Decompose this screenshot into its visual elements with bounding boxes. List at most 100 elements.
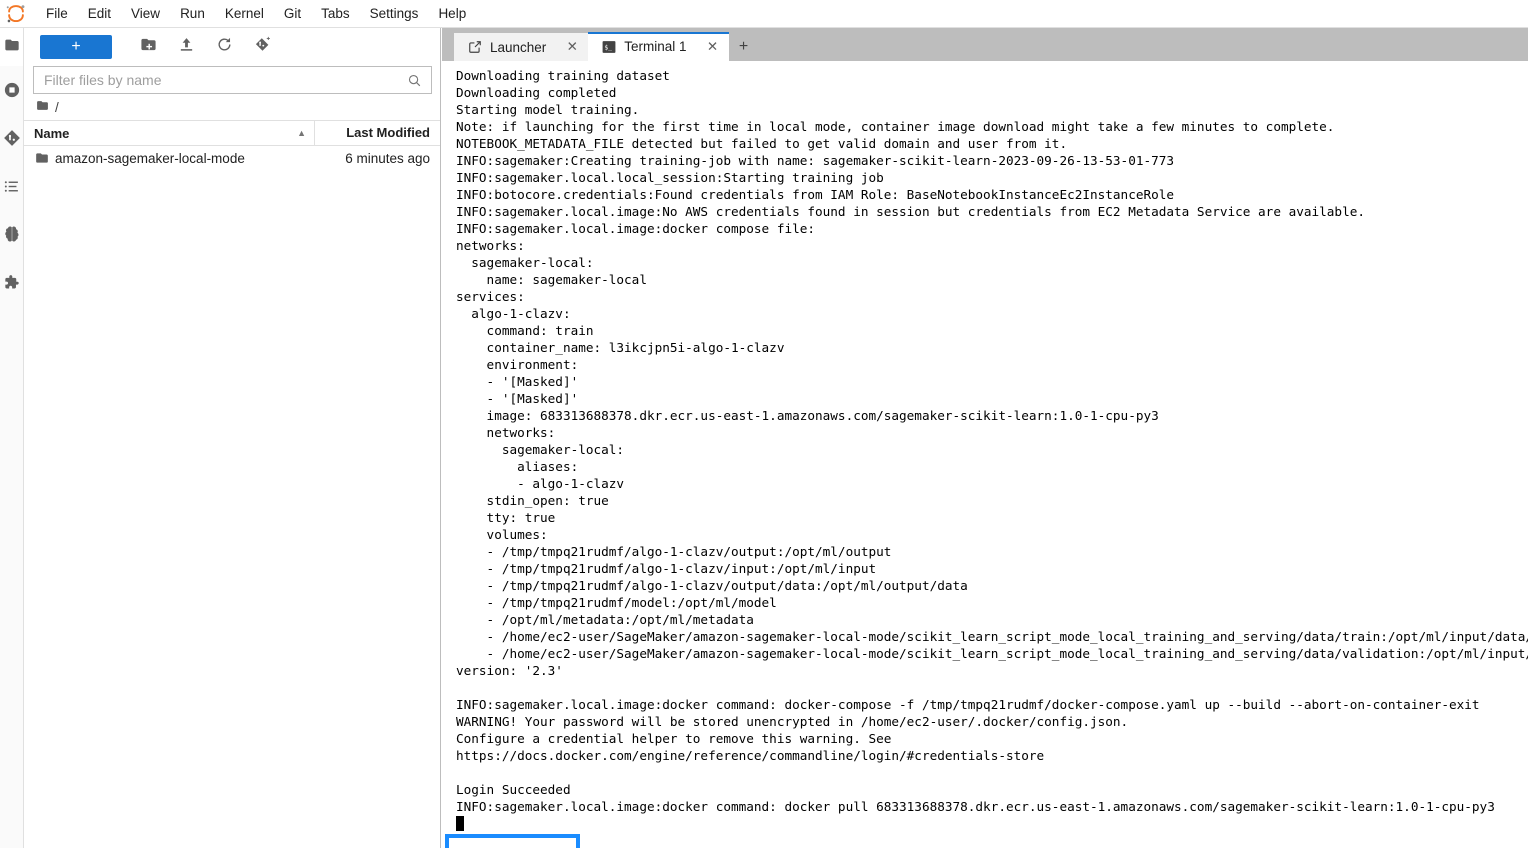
terminal-output[interactable]: Downloading training dataset Downloading … xyxy=(442,61,1528,848)
terminal-line: - /opt/ml/metadata:/opt/ml/metadata xyxy=(456,612,754,627)
terminal-line: command: train xyxy=(456,323,594,338)
new-launcher-button[interactable]: + xyxy=(40,35,112,59)
terminal-line: INFO:botocore.credentials:Found credenti… xyxy=(456,187,1175,202)
list-item[interactable]: amazon-sagemaker-local-mode 6 minutes ag… xyxy=(24,146,440,170)
terminal-line: Downloading training dataset xyxy=(456,68,670,83)
file-browser-icon xyxy=(4,37,20,58)
file-filter-wrapper xyxy=(24,66,440,94)
git-clone-icon xyxy=(254,36,271,58)
terminal-line: INFO:sagemaker.local.image:No AWS creden… xyxy=(456,204,1365,219)
tab-bar: Launcher ✕ $_ Terminal 1 ✕ + xyxy=(442,28,1528,61)
terminal-line: WARNING! Your password will be stored un… xyxy=(456,714,1129,729)
running-terminals-icon xyxy=(3,81,21,99)
sidebar-item-file-browser[interactable] xyxy=(0,28,23,66)
terminal-icon: $_ xyxy=(600,40,618,54)
launcher-icon xyxy=(466,40,484,54)
git-icon xyxy=(3,129,21,147)
tab-launcher[interactable]: Launcher ✕ xyxy=(454,33,589,61)
close-icon[interactable]: ✕ xyxy=(705,39,721,55)
terminal-line: - /tmp/tmpq21rudmf/model:/opt/ml/model xyxy=(456,595,777,610)
terminal-line: sagemaker-local: xyxy=(456,442,625,457)
sidebar-item-kernel[interactable] xyxy=(0,210,23,258)
terminal-line: Starting model training. xyxy=(456,102,640,117)
terminal-line: - /home/ec2-user/SageMaker/amazon-sagema… xyxy=(456,629,1528,644)
terminal-line: stdin_open: true xyxy=(456,493,609,508)
refresh-icon xyxy=(216,36,233,58)
close-icon[interactable]: ✕ xyxy=(564,39,580,55)
terminal-line: algo-1-clazv: xyxy=(456,306,571,321)
terminal-lines: Downloading training dataset Downloading … xyxy=(456,67,1528,832)
sidebar-item-running[interactable] xyxy=(0,66,23,114)
terminal-line: INFO:sagemaker:Creating training-job wit… xyxy=(456,153,1175,168)
menu-item-edit[interactable]: Edit xyxy=(78,0,121,28)
terminal-line: - /home/ec2-user/SageMaker/amazon-sagema… xyxy=(456,646,1528,661)
tab-terminal-1[interactable]: $_ Terminal 1 ✕ xyxy=(588,32,729,61)
list-item-name: amazon-sagemaker-local-mode xyxy=(55,150,245,166)
menu-bar: File Edit View Run Kernel Git Tabs Setti… xyxy=(0,0,1528,28)
terminal-line: networks: xyxy=(456,425,556,440)
terminal-line: INFO:sagemaker.local.local_session:Start… xyxy=(456,170,884,185)
sidebar-item-toc[interactable] xyxy=(0,162,23,210)
sort-ascending-icon: ▲ xyxy=(297,128,306,138)
terminal-line: sagemaker-local: xyxy=(456,255,594,270)
terminal-line: environment: xyxy=(456,357,579,372)
file-browser-panel: + Filter files by name / Name ▲ Last Mod… xyxy=(24,28,441,848)
filter-files-input[interactable] xyxy=(34,67,407,93)
terminal-line: NOTEBOOK_METADATA_FILE detected but fail… xyxy=(456,136,1068,151)
menu-item-help[interactable]: Help xyxy=(428,0,476,28)
main-dock-area: Launcher ✕ $_ Terminal 1 ✕ + Downloading… xyxy=(442,28,1528,848)
terminal-line: Note: if launching for the first time in… xyxy=(456,119,1335,134)
refresh-file-list-button[interactable] xyxy=(210,34,238,60)
terminal-line: Configure a credential helper to remove … xyxy=(456,731,892,746)
terminal-line: name: sagemaker-local xyxy=(456,272,647,287)
terminal-line: Login Succeeded xyxy=(456,782,571,797)
svg-text:$_: $_ xyxy=(605,43,613,51)
terminal-line: - '[Masked]' xyxy=(456,391,579,406)
terminal-line: networks: xyxy=(456,238,525,253)
breadcrumb-root[interactable]: / xyxy=(55,100,59,115)
search-icon[interactable] xyxy=(407,73,431,88)
breadcrumb[interactable]: / xyxy=(24,94,440,120)
menu-item-view[interactable]: View xyxy=(121,0,170,28)
terminal-line: Downloading completed xyxy=(456,85,617,100)
terminal-line: container_name: l3ikcjpn5i-algo-1-clazv xyxy=(456,340,785,355)
terminal-line: https://docs.docker.com/engine/reference… xyxy=(456,748,1045,763)
terminal-cursor xyxy=(456,815,1528,832)
new-folder-icon xyxy=(140,36,157,58)
tab-launcher-label: Launcher xyxy=(490,39,547,55)
terminal-line: image: 683313688378.dkr.ecr.us-east-1.am… xyxy=(456,408,1159,423)
table-of-contents-icon xyxy=(3,178,20,195)
breadcrumb-home-icon[interactable] xyxy=(36,99,49,115)
folder-icon xyxy=(24,151,50,165)
menu-item-run[interactable]: Run xyxy=(170,0,215,28)
file-filter xyxy=(33,66,432,94)
extension-manager-icon xyxy=(3,274,20,291)
column-header-last-modified[interactable]: Last Modified xyxy=(315,120,440,146)
new-folder-button[interactable] xyxy=(134,34,162,60)
file-list: amazon-sagemaker-local-mode 6 minutes ag… xyxy=(24,146,440,848)
menu-item-kernel[interactable]: Kernel xyxy=(215,0,274,28)
menu-item-tabs[interactable]: Tabs xyxy=(311,0,360,28)
terminal-line: INFO:sagemaker.local.image:docker comman… xyxy=(456,799,1495,814)
column-header-name-label: Name xyxy=(34,125,70,141)
terminal-line: version: '2.3' xyxy=(456,663,563,678)
sidebar-item-git[interactable] xyxy=(0,114,23,162)
menu-item-settings[interactable]: Settings xyxy=(360,0,429,28)
terminal-line: tty: true xyxy=(456,510,556,525)
menu-item-git[interactable]: Git xyxy=(274,0,311,28)
menu-item-file[interactable]: File xyxy=(36,0,78,28)
column-header-name[interactable]: Name ▲ xyxy=(24,120,315,146)
terminal-line: aliases: xyxy=(456,459,579,474)
terminal-line: - '[Masked]' xyxy=(456,374,579,389)
upload-files-button[interactable] xyxy=(172,34,200,60)
new-tab-button[interactable]: + xyxy=(728,33,759,61)
list-item-modified: 6 minutes ago xyxy=(345,150,430,166)
sidebar-item-extensions[interactable] xyxy=(0,258,23,306)
terminal-line: - /tmp/tmpq21rudmf/algo-1-clazv/output/d… xyxy=(456,578,968,593)
jupyterlab-window: File Edit View Run Kernel Git Tabs Setti… xyxy=(0,0,1528,848)
git-clone-button[interactable] xyxy=(248,34,276,60)
jupyterlab-logo-icon xyxy=(2,0,30,28)
terminal-line: - /tmp/tmpq21rudmf/algo-1-clazv/input:/o… xyxy=(456,561,877,576)
